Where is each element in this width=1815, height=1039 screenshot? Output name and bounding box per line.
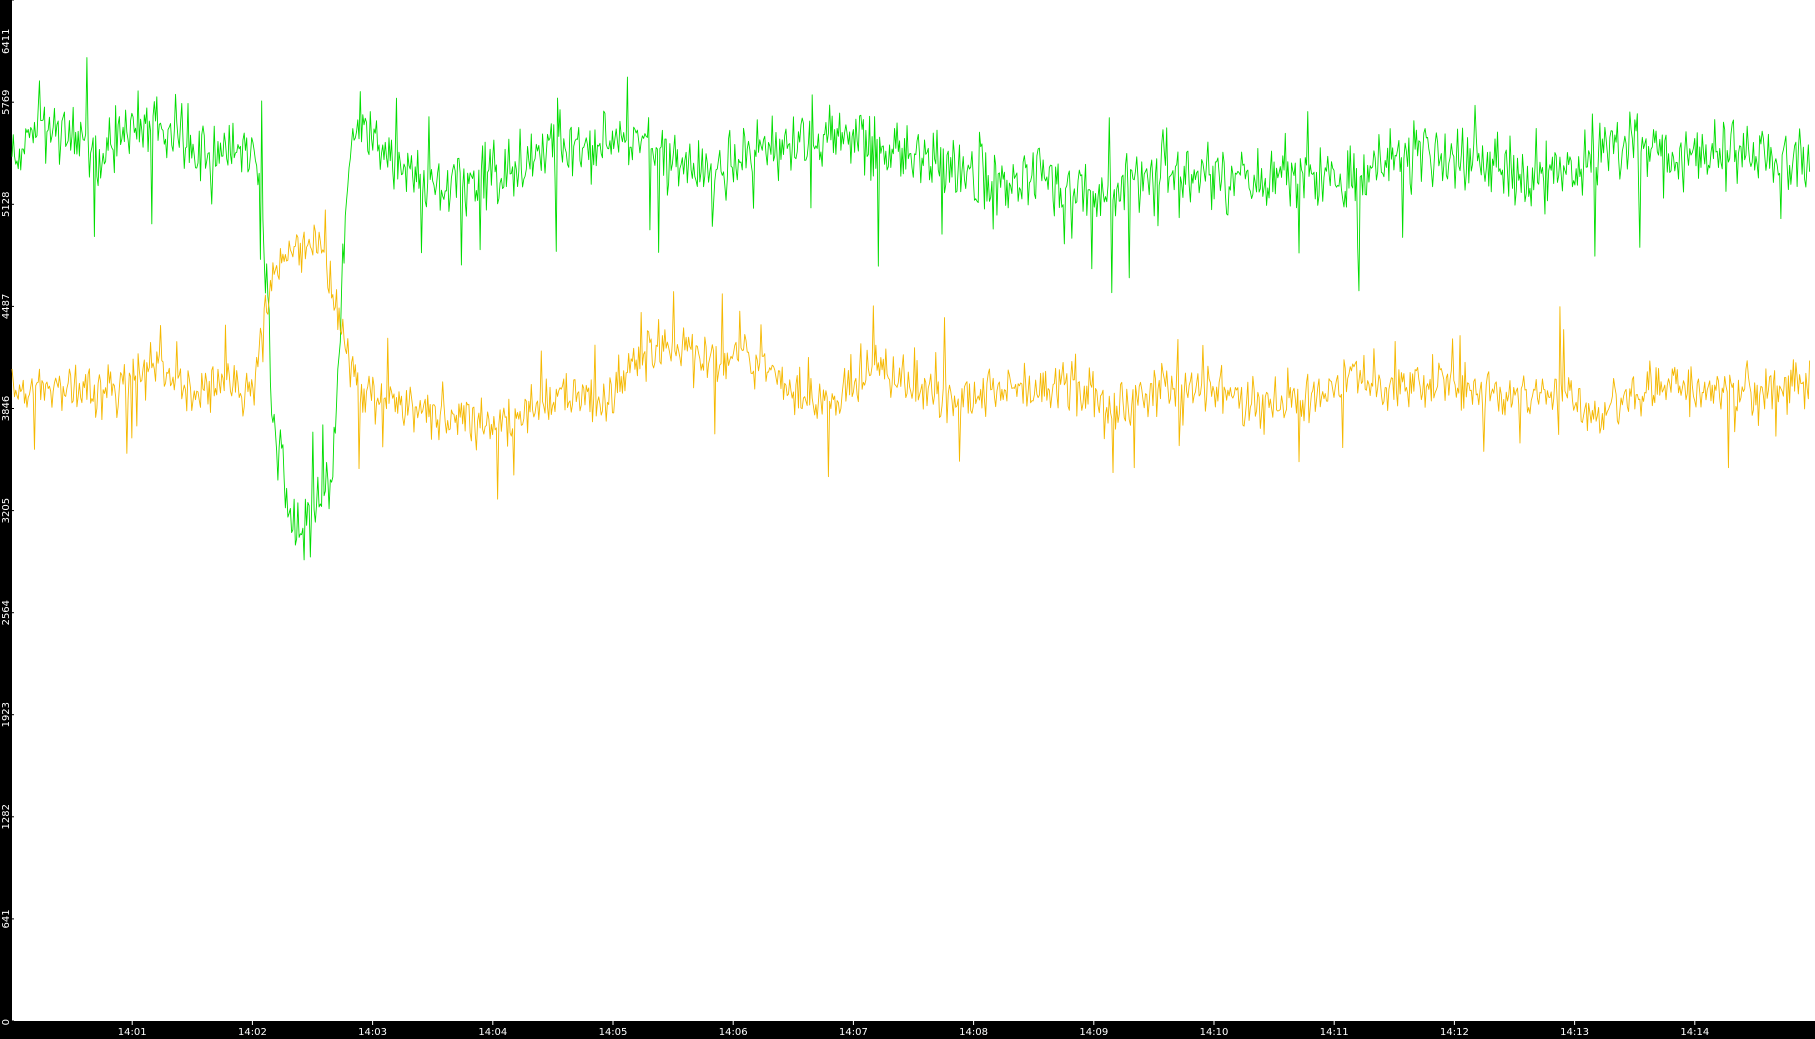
y-tick-label: 5128 xyxy=(1,192,12,217)
x-tick-label: 14:11 xyxy=(1320,1027,1349,1038)
x-axis-bar xyxy=(0,1021,1815,1039)
x-tick-label: 14:05 xyxy=(599,1027,628,1038)
y-tick-label: 2564 xyxy=(1,600,12,625)
y-tick-label: 1923 xyxy=(1,702,12,727)
x-tick-label: 14:13 xyxy=(1560,1027,1589,1038)
plot-background xyxy=(0,0,1815,1039)
y-tick-label: 1282 xyxy=(1,804,12,829)
x-tick-label: 14:10 xyxy=(1200,1027,1229,1038)
time-series-chart: 0 641 1282 1923 2564 3205 3846 4487 5128 5769 6411… xyxy=(0,0,1815,1039)
x-tick-label: 14:09 xyxy=(1079,1027,1108,1038)
x-tick-label: 14:08 xyxy=(959,1027,988,1038)
y-tick-label: 641 xyxy=(1,909,12,928)
y-tick-label: 3846 xyxy=(1,396,12,421)
x-tick-label: 14:03 xyxy=(358,1027,387,1038)
x-tick-label: 14:12 xyxy=(1440,1027,1469,1038)
x-tick-label: 14:04 xyxy=(478,1027,507,1038)
y-tick-label: 6411 xyxy=(1,29,12,54)
y-tick-label: 4487 xyxy=(1,294,12,319)
y-tick-label: 5769 xyxy=(1,89,12,114)
x-tick-label: 14:01 xyxy=(118,1027,147,1038)
x-tick-label: 14:14 xyxy=(1680,1027,1709,1038)
y-tick-label: 3205 xyxy=(1,498,12,523)
chart-canvas: 0 641 1282 1923 2564 3205 3846 4487 5128 5769 6411… xyxy=(0,0,1815,1039)
x-tick-label: 14:06 xyxy=(719,1027,748,1038)
y-tick-label: 0 xyxy=(1,1019,12,1025)
x-tick-label: 14:02 xyxy=(238,1027,267,1038)
x-tick-label: 14:07 xyxy=(839,1027,868,1038)
